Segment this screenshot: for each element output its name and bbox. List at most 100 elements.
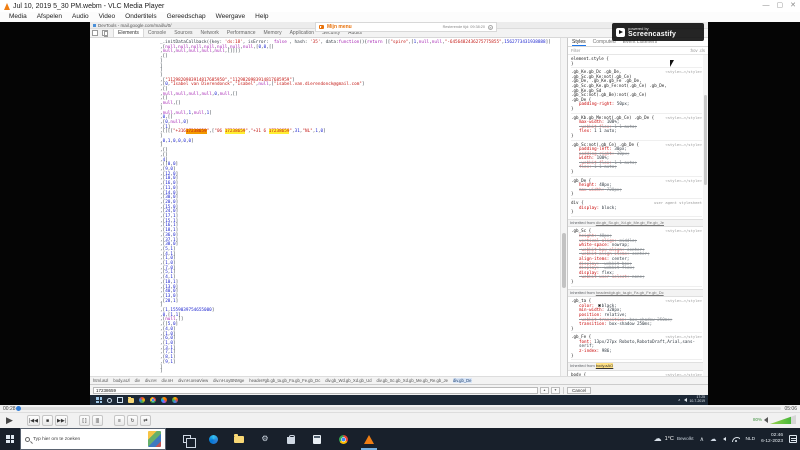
previous-button[interactable]: |◀◀ [27, 415, 40, 426]
maximize-button[interactable]: ▢ [777, 0, 784, 12]
css-property[interactable]: -webkit-flex: 1 1 auto; [571, 125, 702, 130]
css-property[interactable]: -webkit-user-select: none; [571, 275, 702, 280]
css-property[interactable]: display: -webkit-flex; [571, 266, 702, 271]
extended-settings-button[interactable]: ||| [92, 415, 103, 426]
code-scrollbar[interactable] [560, 38, 567, 376]
taskbar-search-box[interactable]: Typ hier om te zoeken [20, 428, 166, 450]
find-previous-button[interactable]: ▲ [540, 387, 549, 394]
breadcrumb-item[interactable]: div.nH [145, 378, 157, 383]
device-toolbar-icon[interactable] [102, 30, 108, 36]
stop-button[interactable]: ■ [42, 415, 53, 426]
network-icon[interactable] [732, 437, 740, 442]
recorded-chrome-icon[interactable] [139, 397, 145, 403]
tab-performance[interactable]: Performance [223, 29, 260, 37]
inspect-element-icon[interactable] [92, 30, 98, 36]
css-property[interactable]: -webkit-transition: box-shadow 250ms; [571, 318, 702, 323]
store-button[interactable] [278, 428, 304, 450]
css-property[interactable]: flex: 1 1 auto; [571, 165, 702, 170]
find-input[interactable] [93, 387, 538, 394]
css-selector[interactable]: .gb_Sc:not(.gb_Ce) .gb_De {<style>…</sty… [571, 143, 702, 148]
stylesheet-source-link[interactable]: <style>…</style> [665, 116, 702, 121]
taskbar-clock[interactable]: 02:46 6-12-2023 [761, 433, 783, 444]
search-highlight-image[interactable] [148, 431, 161, 447]
edge-button[interactable] [200, 428, 226, 450]
tab-console[interactable]: Console [144, 29, 170, 37]
css-selector[interactable]: .gb_ta {<style>…</style> [571, 299, 702, 304]
tab-application[interactable]: Application [286, 29, 318, 37]
recorded-search-icon[interactable] [107, 398, 112, 403]
close-button[interactable]: ✕ [790, 0, 796, 12]
tab-sources[interactable]: Sources [170, 29, 196, 37]
recorded-tray-chevron-icon[interactable]: ∧ [678, 398, 680, 402]
recorded-task-view-icon[interactable] [117, 397, 123, 403]
recorded-firefox-icon[interactable] [161, 397, 167, 403]
color-swatch[interactable] [598, 304, 601, 307]
keyboard-language[interactable]: NLD [746, 437, 756, 442]
recorded-start-button[interactable] [96, 397, 102, 403]
menu-video[interactable]: Video [94, 12, 121, 22]
menu-weergave[interactable]: Weergave [211, 12, 251, 22]
find-next-button[interactable]: ▼ [551, 387, 560, 394]
scrollbar-thumb[interactable] [704, 95, 707, 185]
breadcrumb-item[interactable]: header#gb.gb_ta.gb_Fa.gb_Fe.gb_Dc [249, 378, 320, 383]
breadcrumb-item[interactable]: div.gb_Wd.gb_Xd.gb_Ud [325, 378, 371, 383]
minimize-button[interactable]: — [763, 0, 770, 12]
stylesheet-source-link[interactable]: <style>…</style> [665, 143, 702, 148]
recorded-clock[interactable]: 17:25 10-7-2019 [690, 396, 705, 403]
scrollbar-thumb[interactable] [562, 233, 566, 288]
inherited-element-link[interactable]: body.aAO [596, 363, 614, 368]
task-view-button[interactable] [174, 428, 200, 450]
menu-gereedschap[interactable]: Gereedschap [162, 12, 211, 22]
css-selector[interactable]: div {user agent stylesheet [571, 201, 702, 206]
speaker-icon[interactable] [723, 437, 726, 441]
start-button[interactable] [0, 428, 20, 450]
tab-memory[interactable]: Memory [260, 29, 286, 37]
play-button[interactable]: ▶ [3, 414, 16, 427]
menu-media[interactable]: Media [4, 12, 32, 22]
styles-filter-input[interactable]: Filter [571, 48, 580, 53]
recorded-browser-icon[interactable] [172, 397, 178, 403]
css-property[interactable]: padding-right: 30px; [571, 152, 702, 157]
recorded-speaker-icon[interactable] [684, 398, 687, 402]
chrome-button[interactable] [330, 428, 356, 450]
elements-code-pane[interactable]: _.initDataCallback({key: 'ds:18', isErro… [90, 38, 560, 376]
breadcrumb-item[interactable]: div.nH [162, 378, 174, 383]
css-property[interactable]: max-width: 720px; [571, 188, 702, 193]
find-cancel-button[interactable]: Cancel [567, 387, 591, 394]
volume-speaker-icon[interactable] [764, 417, 768, 423]
volume-slider[interactable] [770, 415, 796, 424]
weather-widget[interactable]: ☁ 1°C Bewolkt [654, 434, 694, 444]
tab-network[interactable]: Network [197, 29, 223, 37]
breadcrumb-item[interactable]: div [135, 378, 140, 383]
css-property[interactable]: -webkit-align-items: center; [571, 252, 702, 257]
onedrive-icon[interactable]: ☁ [710, 435, 717, 443]
volume-control[interactable]: 80% [753, 415, 796, 424]
menu-audio[interactable]: Audio [67, 12, 94, 22]
css-property[interactable]: vertical-align: middle; [571, 239, 702, 244]
breadcrumb-item[interactable]: html.aUl [93, 378, 108, 383]
tab-elements[interactable]: Elements [113, 29, 144, 37]
explorer-button[interactable] [226, 428, 252, 450]
seek-slider[interactable] [19, 407, 782, 410]
action-center-icon[interactable] [789, 435, 797, 443]
menu-help[interactable]: Help [250, 12, 273, 22]
random-button[interactable]: ⇄ [140, 415, 151, 426]
css-selector[interactable]: element.style { [571, 57, 702, 62]
recording-menu-title[interactable]: Mijn menu [327, 24, 352, 30]
calculator-button[interactable] [304, 428, 330, 450]
breadcrumb-item[interactable]: div.gb_Sc.gb_Xd.gb_Me.gb_Re.gb_Je [377, 378, 448, 383]
css-selector[interactable]: .gb_De {<style>…</style> [571, 179, 702, 184]
styles-toggles[interactable]: :hov .cls [690, 48, 705, 53]
stylesheet-source-link[interactable]: <style>…</style> [665, 70, 702, 75]
breadcrumb-item[interactable]: div.nH.oreaView [178, 378, 208, 383]
fullscreen-button[interactable]: [ ] [79, 415, 90, 426]
recording-close-icon[interactable]: ✕ [488, 25, 493, 30]
inherited-element-link[interactable]: div.gb_Sc.gb_Xd.gb_Me.gb_Re.gb_Je [596, 220, 664, 225]
breadcrumb-item[interactable]: div.gb_De [453, 378, 472, 383]
stylesheet-source-link[interactable]: <style>…</style> [665, 299, 702, 304]
stylesheet-source-link[interactable]: <style>…</style> [665, 335, 702, 340]
vlc-button[interactable] [356, 428, 382, 450]
settings-button[interactable]: ⚙ [252, 428, 278, 450]
css-selector[interactable]: .gb_Kb.gb_Me:not(.gb_Ce) .gb_De {<style>… [571, 116, 702, 121]
playlist-button[interactable]: ≡ [114, 415, 125, 426]
